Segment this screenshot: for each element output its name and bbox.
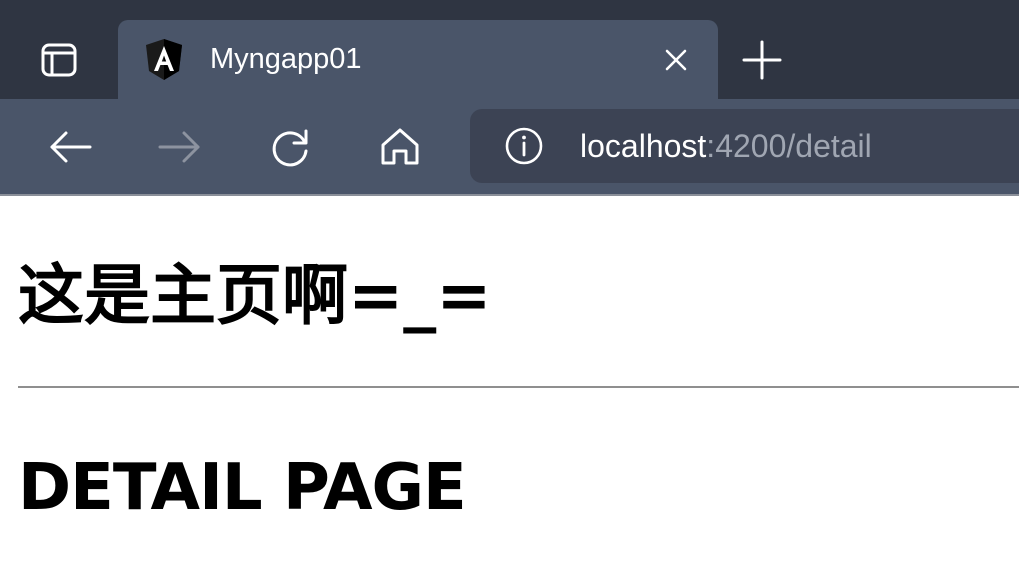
arrow-left-icon[interactable] [46, 123, 94, 171]
url-host: localhost [580, 128, 707, 164]
url-path: :4200/detail [706, 128, 872, 164]
home-icon[interactable] [376, 123, 424, 171]
browser-toolbar: localhost:4200/detail [0, 99, 1019, 195]
horizontal-rule [18, 386, 1019, 388]
detail-heading: DETAIL PAGE [18, 451, 467, 525]
tab-actions-icon [41, 43, 77, 76]
tab-actions-button[interactable] [0, 20, 118, 99]
refresh-icon[interactable] [266, 123, 314, 171]
close-icon[interactable] [662, 46, 690, 74]
home-heading: 这是主页啊=_= [18, 257, 492, 334]
url-text[interactable]: localhost:4200/detail [580, 109, 872, 183]
address-bar[interactable]: localhost:4200/detail [470, 109, 1019, 183]
active-tab[interactable]: Myngapp01 [118, 20, 718, 99]
tab-title: Myngapp01 [210, 43, 362, 75]
page-content: 这是主页啊=_= DETAIL PAGE [0, 196, 1019, 563]
angular-logo-icon [146, 39, 182, 80]
plus-icon[interactable] [740, 38, 784, 82]
tab-strip: Myngapp01 [0, 0, 1019, 99]
info-icon[interactable] [504, 126, 544, 166]
arrow-right-icon[interactable] [156, 123, 204, 171]
